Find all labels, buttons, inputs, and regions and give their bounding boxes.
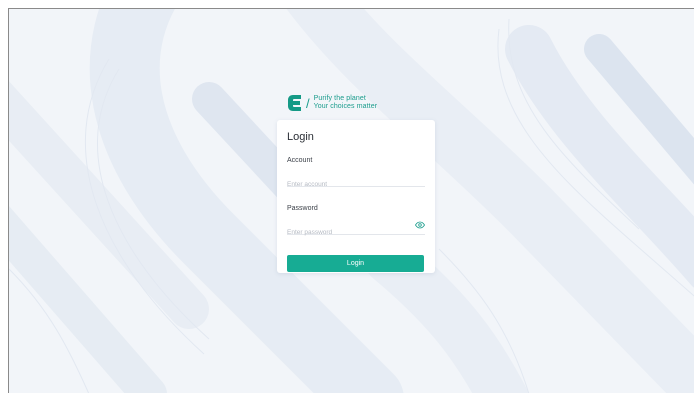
brand-slogan: Purify the planet Your choices matter [314,95,378,111]
login-title: Login [287,131,314,143]
login-card: Login Account Password Login [277,120,435,273]
brand-block: / Purify the planet Your choices matter [288,92,377,114]
eye-icon[interactable] [415,221,425,229]
account-label: Account [287,157,313,164]
account-input[interactable] [287,180,425,190]
password-field-wrapper [287,221,425,238]
slogan-line-2: Your choices matter [313,103,378,110]
account-field-wrapper [287,173,425,190]
brand-logo-icon [288,95,301,111]
brand-divider: / [306,95,310,111]
login-page: / Purify the planet Your choices matter … [8,8,694,393]
slogan-line-1: Purify the planet [313,95,366,102]
password-label: Password [287,205,318,212]
login-button[interactable]: Login [287,255,424,272]
password-input[interactable] [287,228,425,238]
